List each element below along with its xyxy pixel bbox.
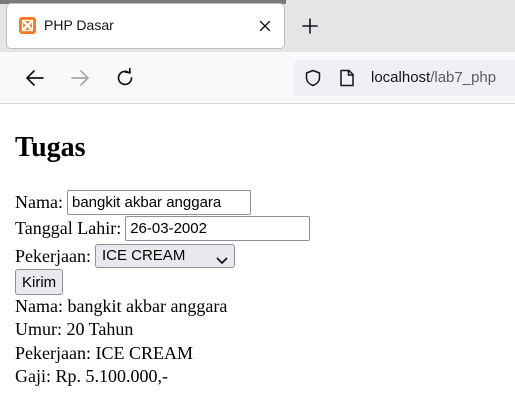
page-icon[interactable] [339, 69, 355, 92]
nama-row: Nama: [15, 189, 251, 215]
pekerjaan-selected-value: ICE CREAM [101, 247, 186, 264]
xampp-icon [19, 17, 36, 34]
result-gaji: Gaji: Rp. 5.100.000,- [15, 366, 168, 386]
forward-arrow-icon[interactable] [68, 66, 92, 90]
url-text[interactable]: localhost/lab7_php [371, 69, 496, 86]
back-arrow-icon[interactable] [23, 66, 47, 90]
close-icon[interactable] [256, 17, 273, 34]
tab-php-dasar[interactable]: PHP Dasar [7, 4, 284, 48]
kirim-button[interactable]: Kirim [15, 269, 64, 295]
tanggal-lahir-input[interactable] [125, 215, 311, 241]
result-nama: Nama: bangkit akbar anggara [15, 296, 228, 316]
url-host: localhost [371, 69, 431, 86]
shield-icon[interactable] [304, 69, 322, 92]
result-pekerjaan: Pekerjaan: ICE CREAM [15, 343, 193, 363]
reload-icon[interactable] [113, 66, 137, 90]
tab-title: PHP Dasar [44, 17, 114, 33]
navigation-toolbar: localhost/lab7_php [0, 52, 515, 104]
url-bar[interactable]: localhost/lab7_php [294, 60, 515, 96]
result-umur: Umur: 20 Tahun [15, 319, 134, 339]
page-heading: Tugas [15, 132, 86, 163]
submit-row: Kirim [15, 269, 64, 295]
pekerjaan-label: Pekerjaan: [15, 246, 91, 266]
url-path: /lab7_php [430, 69, 497, 86]
nama-input[interactable] [66, 189, 251, 215]
tanggal-lahir-row: Tanggal Lahir: [15, 215, 311, 241]
chevron-down-icon [216, 251, 228, 273]
tab-strip: PHP Dasar [0, 0, 515, 52]
plus-icon[interactable] [299, 15, 321, 37]
nama-label: Nama: [15, 192, 63, 212]
pekerjaan-select[interactable]: ICE CREAM [94, 244, 235, 268]
pekerjaan-row: Pekerjaan: ICE CREAM [15, 243, 235, 269]
tanggal-lahir-label: Tanggal Lahir: [15, 218, 122, 238]
